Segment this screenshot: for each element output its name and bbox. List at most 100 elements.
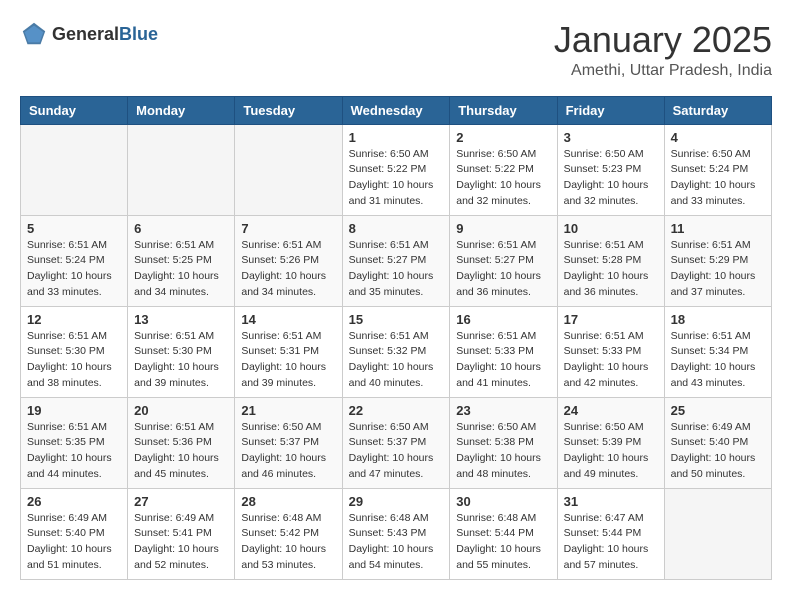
header-sunday: Sunday — [21, 96, 128, 124]
calendar-day-cell: 10 Sunrise: 6:51 AMSunset: 5:28 PMDayligh… — [557, 215, 664, 306]
calendar-day-cell: 1 Sunrise: 6:50 AMSunset: 5:22 PMDaylight… — [342, 124, 450, 215]
day-info: Sunrise: 6:48 AMSunset: 5:42 PMDaylight:… — [241, 511, 335, 574]
calendar-day-cell: 18Sunrise: 6:51 AMSunset: 5:34 PMDayligh… — [664, 306, 771, 397]
day-number: 13 — [134, 312, 228, 327]
calendar-week-row: 26 Sunrise: 6:49 AMSunset: 5:40 PMDayligh… — [21, 488, 772, 579]
header-monday: Monday — [128, 96, 235, 124]
day-info: Sunrise: 6:50 AMSunset: 5:37 PMDaylight:… — [349, 420, 444, 483]
calendar-day-cell: 30Sunrise: 6:48 AMSunset: 5:44 PMDayligh… — [450, 488, 557, 579]
calendar-day-cell: 23 Sunrise: 6:50 AMSunset: 5:38 PMDayligh… — [450, 397, 557, 488]
calendar-day-cell: 12 Sunrise: 6:51 AMSunset: 5:30 PMDayligh… — [21, 306, 128, 397]
day-info: Sunrise: 6:50 AMSunset: 5:24 PMDaylight:… — [671, 147, 765, 210]
calendar-day-cell — [664, 488, 771, 579]
calendar-day-cell: 9Sunrise: 6:51 AMSunset: 5:27 PMDaylight… — [450, 215, 557, 306]
day-number: 12 — [27, 312, 121, 327]
day-number: 27 — [134, 494, 228, 509]
day-number: 14 — [241, 312, 335, 327]
day-number: 15 — [349, 312, 444, 327]
day-info: Sunrise: 6:50 AMSunset: 5:22 PMDaylight:… — [349, 147, 444, 210]
calendar-day-cell: 11 Sunrise: 6:51 AMSunset: 5:29 PMDayligh… — [664, 215, 771, 306]
day-info: Sunrise: 6:51 AMSunset: 5:27 PMDaylight:… — [456, 238, 550, 301]
day-info: Sunrise: 6:51 AMSunset: 5:31 PMDaylight:… — [241, 329, 335, 392]
day-info: Sunrise: 6:51 AMSunset: 5:28 PMDaylight:… — [564, 238, 658, 301]
header-tuesday: Tuesday — [235, 96, 342, 124]
day-info: Sunrise: 6:47 AMSunset: 5:44 PMDaylight:… — [564, 511, 658, 574]
day-number: 22 — [349, 403, 444, 418]
day-info: Sunrise: 6:51 AMSunset: 5:29 PMDaylight:… — [671, 238, 765, 301]
day-number: 10 — [564, 221, 658, 236]
header-saturday: Saturday — [664, 96, 771, 124]
calendar-day-cell: 4 Sunrise: 6:50 AMSunset: 5:24 PMDaylight… — [664, 124, 771, 215]
day-number: 26 — [27, 494, 121, 509]
day-info: Sunrise: 6:50 AMSunset: 5:38 PMDaylight:… — [456, 420, 550, 483]
day-number: 2 — [456, 130, 550, 145]
day-number: 4 — [671, 130, 765, 145]
month-title: January 2025 — [554, 20, 772, 60]
day-number: 20 — [134, 403, 228, 418]
day-number: 23 — [456, 403, 550, 418]
day-number: 29 — [349, 494, 444, 509]
calendar-day-cell: 31 Sunrise: 6:47 AMSunset: 5:44 PMDayligh… — [557, 488, 664, 579]
day-info: Sunrise: 6:50 AMSunset: 5:22 PMDaylight:… — [456, 147, 550, 210]
day-info: Sunrise: 6:48 AMSunset: 5:44 PMDaylight:… — [456, 511, 550, 574]
calendar-week-row: 5 Sunrise: 6:51 AMSunset: 5:24 PMDaylight… — [21, 215, 772, 306]
day-info: Sunrise: 6:51 AMSunset: 5:26 PMDaylight:… — [241, 238, 335, 301]
calendar-week-row: 1 Sunrise: 6:50 AMSunset: 5:22 PMDaylight… — [21, 124, 772, 215]
day-info: Sunrise: 6:51 AMSunset: 5:33 PMDaylight:… — [564, 329, 658, 392]
day-info: Sunrise: 6:50 AMSunset: 5:37 PMDaylight:… — [241, 420, 335, 483]
logo-blue: Blue — [119, 24, 158, 44]
day-number: 5 — [27, 221, 121, 236]
day-number: 19 — [27, 403, 121, 418]
day-number: 11 — [671, 221, 765, 236]
day-number: 3 — [564, 130, 658, 145]
calendar-day-cell: 14 Sunrise: 6:51 AMSunset: 5:31 PMDayligh… — [235, 306, 342, 397]
calendar-day-cell — [235, 124, 342, 215]
day-number: 18 — [671, 312, 765, 327]
day-number: 31 — [564, 494, 658, 509]
calendar-day-cell: 5 Sunrise: 6:51 AMSunset: 5:24 PMDaylight… — [21, 215, 128, 306]
day-number: 25 — [671, 403, 765, 418]
day-info: Sunrise: 6:51 AMSunset: 5:27 PMDaylight:… — [349, 238, 444, 301]
day-info: Sunrise: 6:49 AMSunset: 5:40 PMDaylight:… — [27, 511, 121, 574]
day-info: Sunrise: 6:51 AMSunset: 5:32 PMDaylight:… — [349, 329, 444, 392]
day-info: Sunrise: 6:49 AMSunset: 5:40 PMDaylight:… — [671, 420, 765, 483]
calendar-day-cell: 16 Sunrise: 6:51 AMSunset: 5:33 PMDayligh… — [450, 306, 557, 397]
calendar-day-cell: 15 Sunrise: 6:51 AMSunset: 5:32 PMDayligh… — [342, 306, 450, 397]
day-info: Sunrise: 6:51 AMSunset: 5:35 PMDaylight:… — [27, 420, 121, 483]
calendar-day-cell: 22 Sunrise: 6:50 AMSunset: 5:37 PMDayligh… — [342, 397, 450, 488]
day-number: 7 — [241, 221, 335, 236]
logo-text: GeneralBlue — [52, 24, 158, 45]
day-info: Sunrise: 6:49 AMSunset: 5:41 PMDaylight:… — [134, 511, 228, 574]
day-number: 21 — [241, 403, 335, 418]
day-number: 28 — [241, 494, 335, 509]
calendar-day-cell: 8Sunrise: 6:51 AMSunset: 5:27 PMDaylight… — [342, 215, 450, 306]
day-number: 17 — [564, 312, 658, 327]
calendar-day-cell: 26 Sunrise: 6:49 AMSunset: 5:40 PMDayligh… — [21, 488, 128, 579]
calendar-table: Sunday Monday Tuesday Wednesday Thursday… — [20, 96, 772, 580]
calendar-day-cell: 29 Sunrise: 6:48 AMSunset: 5:43 PMDayligh… — [342, 488, 450, 579]
calendar-week-row: 12 Sunrise: 6:51 AMSunset: 5:30 PMDayligh… — [21, 306, 772, 397]
day-info: Sunrise: 6:51 AMSunset: 5:24 PMDaylight:… — [27, 238, 121, 301]
day-info: Sunrise: 6:51 AMSunset: 5:30 PMDaylight:… — [27, 329, 121, 392]
calendar-week-row: 19 Sunrise: 6:51 AMSunset: 5:35 PMDayligh… — [21, 397, 772, 488]
logo-general: General — [52, 24, 119, 44]
day-number: 1 — [349, 130, 444, 145]
title-block: January 2025 Amethi, Uttar Pradesh, Indi… — [554, 20, 772, 80]
day-info: Sunrise: 6:50 AMSunset: 5:39 PMDaylight:… — [564, 420, 658, 483]
calendar-day-cell: 24Sunrise: 6:50 AMSunset: 5:39 PMDayligh… — [557, 397, 664, 488]
calendar-day-cell: 2 Sunrise: 6:50 AMSunset: 5:22 PMDaylight… — [450, 124, 557, 215]
calendar-day-cell — [21, 124, 128, 215]
logo-icon — [20, 20, 48, 48]
calendar-day-cell: 28 Sunrise: 6:48 AMSunset: 5:42 PMDayligh… — [235, 488, 342, 579]
location-title: Amethi, Uttar Pradesh, India — [554, 62, 772, 80]
day-info: Sunrise: 6:51 AMSunset: 5:33 PMDaylight:… — [456, 329, 550, 392]
logo: GeneralBlue — [20, 20, 158, 48]
calendar-day-cell: 27 Sunrise: 6:49 AMSunset: 5:41 PMDayligh… — [128, 488, 235, 579]
calendar-day-cell: 7 Sunrise: 6:51 AMSunset: 5:26 PMDaylight… — [235, 215, 342, 306]
day-number: 16 — [456, 312, 550, 327]
day-info: Sunrise: 6:51 AMSunset: 5:36 PMDaylight:… — [134, 420, 228, 483]
day-info: Sunrise: 6:48 AMSunset: 5:43 PMDaylight:… — [349, 511, 444, 574]
calendar-day-cell: 20 Sunrise: 6:51 AMSunset: 5:36 PMDayligh… — [128, 397, 235, 488]
calendar-day-cell: 17 Sunrise: 6:51 AMSunset: 5:33 PMDayligh… — [557, 306, 664, 397]
day-info: Sunrise: 6:51 AMSunset: 5:30 PMDaylight:… — [134, 329, 228, 392]
